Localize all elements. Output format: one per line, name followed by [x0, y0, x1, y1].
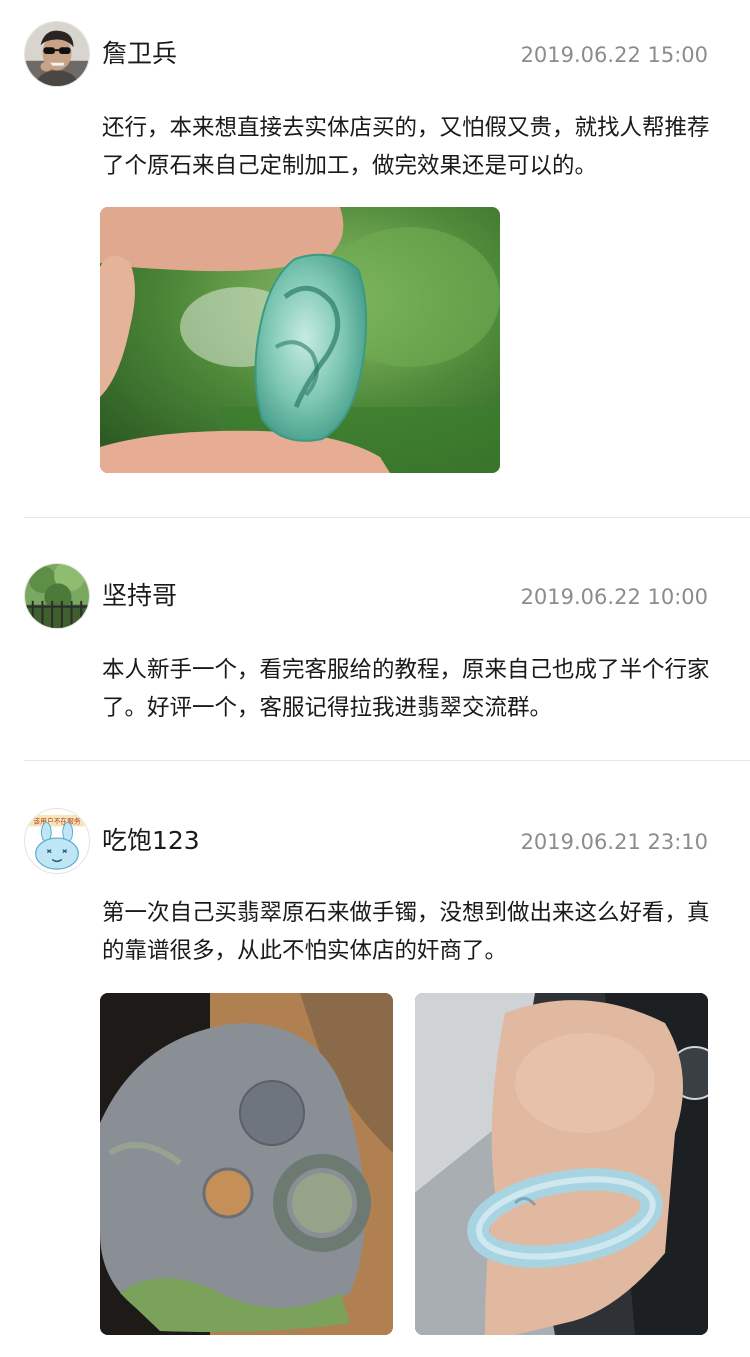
jade-bracelet-on-wrist-photo-icon [415, 993, 708, 1335]
review-content: 本人新手一个，看完客服给的教程，原来自己也成了半个行家了。好评一个，客服记得拉我… [102, 657, 710, 721]
review-item: 该用户不在服务 吃饱123 2019.06.21 23:10 第一次自己买翡翠原… [0, 761, 750, 1357]
review-timestamp: 2019.06.22 10:00 [520, 585, 708, 609]
jade-pendant-photo-icon [100, 207, 500, 473]
review-item: 坚持哥 2019.06.22 10:00 本人新手一个，看完客服给的教程，原来自… [0, 518, 750, 761]
review-photo[interactable] [100, 993, 393, 1335]
user-avatar[interactable] [24, 21, 90, 87]
review-photo[interactable] [415, 993, 708, 1335]
username: 坚持哥 [102, 581, 178, 610]
cartoon-rabbit-avatar-icon: 该用户不在服务 [25, 809, 89, 873]
review-content: 还行，本来想直接去实体店买的，又怕假又贵，就找人帮推荐了个原石来自己定制加工，做… [102, 115, 710, 179]
username: 詹卫兵 [102, 39, 178, 68]
user-avatar[interactable] [24, 563, 90, 629]
review-timestamp: 2019.06.21 23:10 [520, 830, 708, 854]
green-plants-avatar-icon [25, 564, 89, 628]
review-timestamp: 2019.06.22 15:00 [520, 43, 708, 67]
review-content: 第一次自己买翡翠原石来做手镯，没想到做出来这么好看，真的靠谱很多，从此不怕实体店… [102, 900, 710, 964]
jade-raw-stone-photo-icon [100, 993, 393, 1335]
man-with-sunglasses-avatar-icon [25, 22, 89, 86]
username: 吃饱123 [102, 826, 200, 855]
avatar-caption: 该用户不在服务 [33, 817, 81, 826]
review-item: 詹卫兵 2019.06.22 15:00 还行，本来想直接去实体店买的，又怕假又… [0, 0, 750, 518]
user-avatar[interactable]: 该用户不在服务 [24, 808, 90, 874]
review-photo[interactable] [100, 207, 500, 473]
